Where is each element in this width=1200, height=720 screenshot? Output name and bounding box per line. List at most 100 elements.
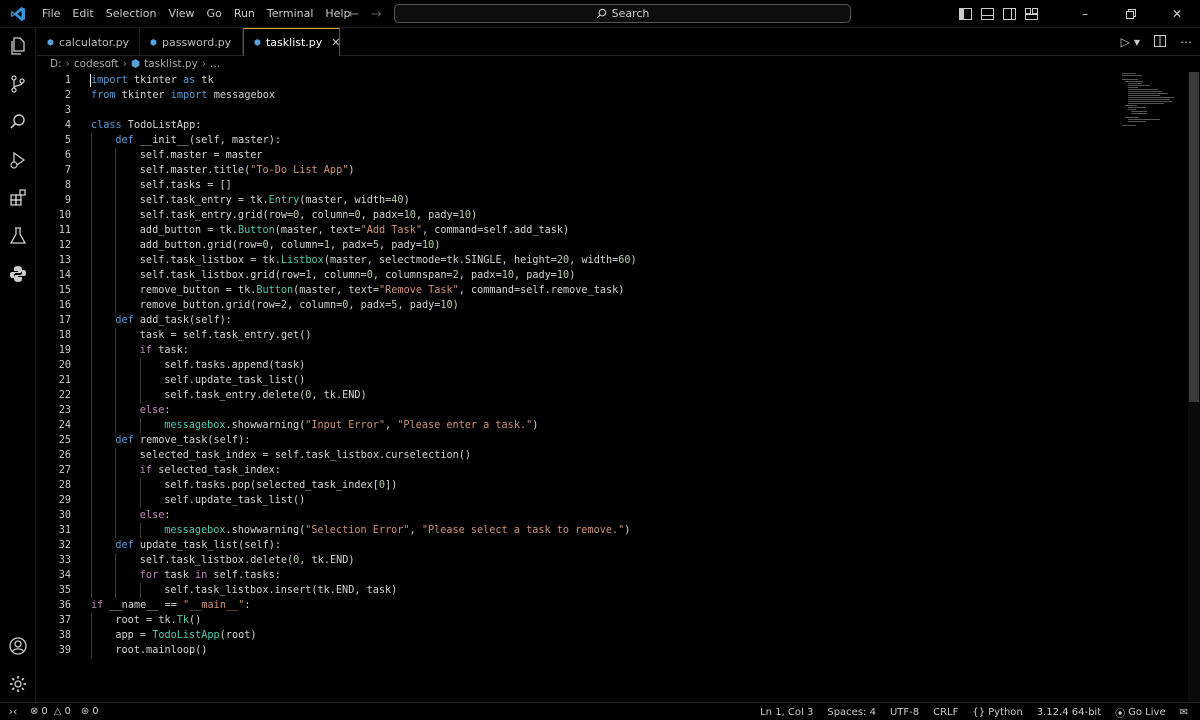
code-line[interactable]: 39 root.mainloop() [37,643,1117,658]
code-line[interactable]: 34 for task in self.tasks: [37,568,1117,583]
indent-guide [115,193,117,208]
code-line[interactable]: 30 else: [37,508,1117,523]
toggle-secondary-sidebar-icon[interactable] [1003,8,1016,20]
code-line[interactable]: 26 selected_task_index = self.task_listbo… [37,448,1117,463]
code-line[interactable]: 28 self.tasks.pop(selected_task_index[0]) [37,478,1117,493]
code-line[interactable]: 15 remove_button = tk.Button(master, text… [37,283,1117,298]
code-line[interactable]: 3 [37,103,1117,118]
code-token: , tk.END) [311,390,367,401]
menu-edit[interactable]: Edit [66,0,99,28]
restore-icon[interactable] [1108,0,1154,28]
code-line[interactable]: 5 def __init__(self, master): [37,133,1117,148]
code-line[interactable]: 25 def remove_task(self): [37,433,1117,448]
breadcrumb-file[interactable]: tasklist.py [144,58,198,70]
tab-password-py[interactable]: ⬢ password.py [140,28,243,56]
line-ending[interactable]: CRLF [933,707,958,718]
search-view-icon[interactable] [6,110,30,134]
arrow-left-icon[interactable]: ← [348,7,359,22]
run-dropdown-chevron-icon[interactable]: ▼ [1134,38,1140,47]
minimize-icon[interactable]: – [1062,0,1108,28]
arrow-right-icon[interactable]: → [371,7,382,22]
code-line[interactable]: 20 self.tasks.append(task) [37,358,1117,373]
menu-terminal[interactable]: Terminal [261,0,320,28]
code-line[interactable]: 29 self.update_task_list() [37,493,1117,508]
editor-scrollbar[interactable] [1188,72,1200,702]
line-number: 29 [58,495,71,506]
code-line[interactable]: 19 if task: [37,343,1117,358]
scrollbar-thumb[interactable] [1189,72,1199,402]
code-line[interactable]: 12 add_button.grid(row=0, column=1, padx=… [37,238,1117,253]
close-icon[interactable]: ✕ [1154,0,1200,28]
code-token: tkinter [115,90,171,101]
code-line[interactable]: 32 def update_task_list(self): [37,538,1117,553]
toggle-panel-icon[interactable] [981,8,994,20]
code-line[interactable]: 27 if selected_task_index: [37,463,1117,478]
code-line[interactable]: 16 remove_button.grid(row=2, column=0, pa… [37,298,1117,313]
menu-run[interactable]: Run [228,0,261,28]
language-mode[interactable]: {} Python [972,707,1022,718]
accounts-icon[interactable] [6,634,30,658]
code-line[interactable]: 37 root = tk.Tk() [37,613,1117,628]
cursor-position[interactable]: Ln 1, Col 3 [760,707,813,718]
code-line[interactable]: 31 messagebox.showwarning("Selection Erro… [37,523,1117,538]
code-line[interactable]: 1 import tkinter as tk [37,73,1117,88]
code-editor[interactable]: 1 import tkinter as tk 2 from tkinter impor… [37,72,1187,702]
split-editor-icon[interactable] [1154,34,1166,50]
run-python-file-icon[interactable]: ▷ [1121,35,1130,49]
minimap[interactable] [1120,72,1178,128]
python-interpreter[interactable]: 3.12.4 64-bit [1037,707,1101,718]
problems-indicator[interactable]: ⊗ 0 △ 0 [30,706,71,717]
indentation[interactable]: Spaces: 4 [827,707,876,718]
code-line[interactable]: 9 self.task_entry = tk.Entry(master, widt… [37,193,1117,208]
menu-go[interactable]: Go [201,0,228,28]
breadcrumb-symbols[interactable]: ... [210,58,220,70]
menu-view[interactable]: View [162,0,200,28]
menu-file[interactable]: File [36,0,66,28]
code-line[interactable]: 33 self.task_listbox.delete(0, tk.END) [37,553,1117,568]
code-line[interactable]: 6 self.master = master [37,148,1117,163]
settings-gear-icon[interactable] [6,672,30,696]
encoding[interactable]: UTF-8 [890,707,919,718]
extensions-icon[interactable] [6,186,30,210]
tab-tasklist-py[interactable]: ⬢ tasklist.py ✕ [243,28,341,56]
breadcrumb-drive[interactable]: D: [50,58,62,70]
breadcrumb-folder[interactable]: codesoft [74,58,119,70]
code-token: app = [115,630,153,641]
more-actions-icon[interactable]: ⋯ [1180,35,1192,49]
code-line[interactable]: 18 task = self.task_entry.get() [37,328,1117,343]
code-token: ) [348,165,355,176]
menu-selection[interactable]: Selection [100,0,163,28]
code-line[interactable]: 10 self.task_entry.grid(row=0, column=0, … [37,208,1117,223]
source-control-icon[interactable] [6,72,30,96]
ports-indicator[interactable]: ⊛ 0 [81,706,99,717]
toggle-primary-sidebar-icon[interactable] [959,8,972,20]
code-line[interactable]: 8 self.tasks = [] [37,178,1117,193]
customize-layout-icon[interactable] [1025,8,1038,20]
code-line[interactable]: 24 messagebox.showwarning("Input Error", … [37,418,1117,433]
code-line[interactable]: 21 self.update_task_list() [37,373,1117,388]
code-line[interactable]: 23 else: [37,403,1117,418]
run-debug-icon[interactable] [6,148,30,172]
code-line[interactable]: 4 class TodoListApp: [37,118,1117,133]
remote-window-icon[interactable]: ›‹ [0,703,26,720]
code-token: , pady= [397,300,441,311]
code-line[interactable]: 14 self.task_listbox.grid(row=1, column=0… [37,268,1117,283]
go-live-button[interactable]: ⦿ Go Live [1115,705,1165,720]
explorer-icon[interactable] [6,34,30,58]
command-center-search[interactable]: Search [394,4,851,23]
code-line[interactable]: 2 from tkinter import messagebox [37,88,1117,103]
code-line[interactable]: 22 self.task_entry.delete(0, tk.END) [37,388,1117,403]
python-icon[interactable] [6,262,30,286]
code-line[interactable]: 13 self.task_listbox = tk.Listbox(master,… [37,253,1117,268]
tab-close-icon[interactable]: ✕ [331,36,340,49]
code-line[interactable]: 11 add_button = tk.Button(master, text="A… [37,223,1117,238]
code-line[interactable]: 17 def add_task(self): [37,313,1117,328]
code-line[interactable]: 35 self.task_listbox.insert(tk.END, task) [37,583,1117,598]
tab-calculator-py[interactable]: ⬢ calculator.py [37,28,140,56]
testing-flask-icon[interactable] [6,224,30,248]
vscode-logo-icon [0,0,36,28]
code-line[interactable]: 36 if __name__ == "__main__": [37,598,1117,613]
notifications-bell-icon[interactable]: ✉ [1180,707,1188,718]
code-line[interactable]: 38 app = TodoListApp(root) [37,628,1117,643]
code-line[interactable]: 7 self.master.title("To-Do List App") [37,163,1117,178]
